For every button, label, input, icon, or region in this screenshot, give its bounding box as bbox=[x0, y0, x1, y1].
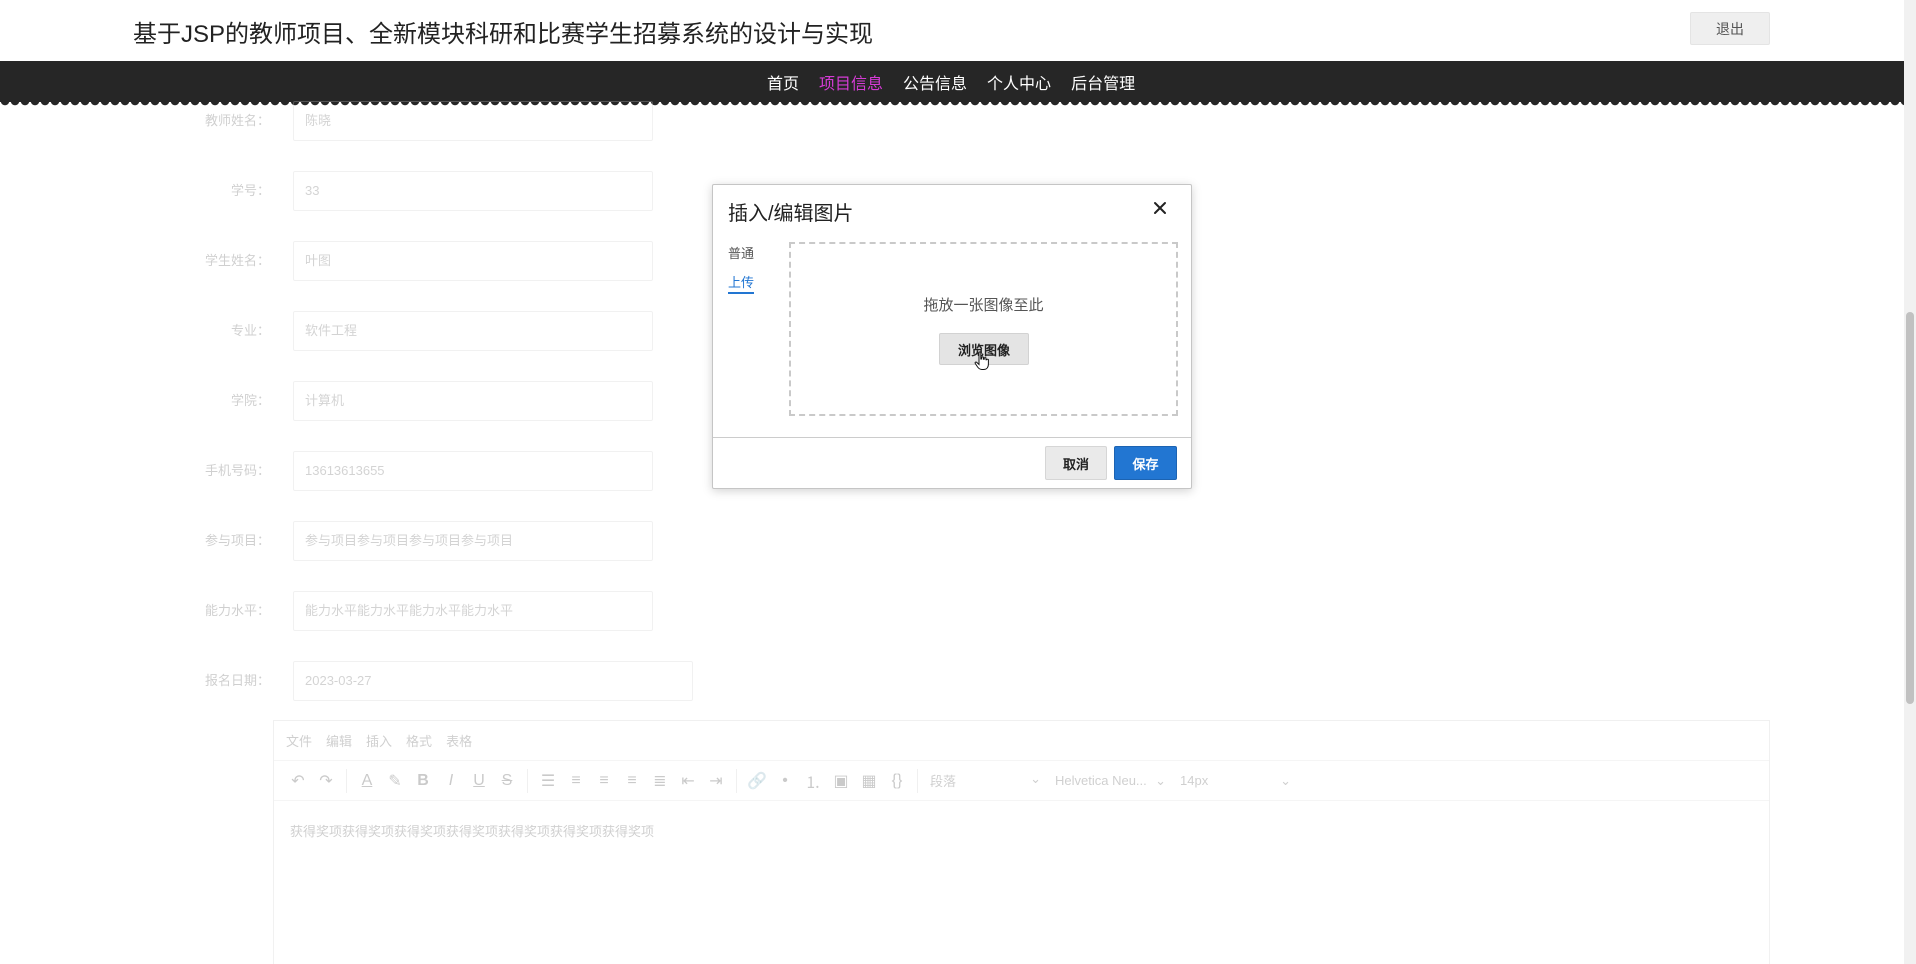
student-name-input[interactable]: 叶图 bbox=[293, 241, 653, 281]
rich-text-editor: 文件 编辑 插入 格式 表格 ↶ ↷ A ✎ B I U S ☰ ≡ ≡ ≡ ≣… bbox=[273, 720, 1770, 964]
image-dropzone[interactable]: 拖放一张图像至此 浏览图像 bbox=[789, 242, 1178, 416]
paragraph-select-value: 段落 bbox=[930, 774, 957, 789]
nav-item-home[interactable]: 首页 bbox=[767, 70, 799, 94]
nav-item-admin[interactable]: 后台管理 bbox=[1071, 70, 1135, 94]
align-left-icon[interactable]: ≡ bbox=[562, 767, 590, 795]
nav-item-announcements[interactable]: 公告信息 bbox=[903, 70, 967, 94]
chevron-down-icon: ⌄ bbox=[1280, 772, 1291, 788]
toolbar-divider bbox=[917, 768, 918, 793]
table-icon[interactable]: ▦ bbox=[855, 767, 883, 795]
teacher-name-input[interactable]: 陈晓 bbox=[293, 101, 653, 141]
main-navbar: 首页 项目信息 公告信息 个人中心 后台管理 bbox=[0, 61, 1904, 107]
numbered-list-icon[interactable]: ⒈ bbox=[799, 767, 827, 795]
toolbar-divider bbox=[346, 768, 347, 793]
student-id-input[interactable]: 33 bbox=[293, 171, 653, 211]
editor-toolbar: ↶ ↷ A ✎ B I U S ☰ ≡ ≡ ≡ ≣ ⇤ ⇥ 🔗 • ⒈ ▣ ▦ … bbox=[274, 761, 1769, 801]
toolbar-divider bbox=[527, 768, 528, 793]
image-icon[interactable]: ▣ bbox=[827, 767, 855, 795]
tab-upload[interactable]: 上传 bbox=[728, 272, 755, 294]
logout-button[interactable]: 退出 bbox=[1690, 12, 1770, 45]
project-input[interactable]: 参与项目参与项目参与项目参与项目 bbox=[293, 521, 653, 561]
highlight-color-icon[interactable]: ✎ bbox=[381, 767, 409, 795]
underline-icon[interactable]: U bbox=[465, 767, 493, 795]
save-button[interactable]: 保存 bbox=[1114, 446, 1177, 480]
top-header: 基于JSP的教师项目、全新模块科研和比赛学生招募系统的设计与实现 退出 bbox=[0, 0, 1904, 61]
close-icon[interactable] bbox=[1145, 193, 1175, 223]
editor-menu-table[interactable]: 表格 bbox=[446, 731, 472, 750]
chevron-down-icon: ⌄ bbox=[1030, 771, 1041, 786]
cancel-button[interactable]: 取消 bbox=[1045, 446, 1107, 480]
signup-date-input[interactable]: 2023-03-27 bbox=[293, 661, 693, 701]
indent-icon[interactable]: ⇥ bbox=[702, 767, 730, 795]
strikethrough-icon[interactable]: S bbox=[493, 767, 521, 795]
dialog-title: 插入/编辑图片 bbox=[728, 203, 854, 225]
bold-icon[interactable]: B bbox=[409, 767, 437, 795]
nav-item-personal-center[interactable]: 个人中心 bbox=[987, 70, 1051, 94]
toolbar-divider bbox=[736, 768, 737, 793]
college-input[interactable]: 计算机 bbox=[293, 381, 653, 421]
redo-icon[interactable]: ↷ bbox=[312, 767, 340, 795]
form-label: 能力水平： bbox=[204, 603, 270, 618]
editor-menu-insert[interactable]: 插入 bbox=[366, 731, 392, 750]
page-scrollbar[interactable] bbox=[1904, 0, 1916, 964]
insert-image-dialog: 插入/编辑图片 普通 上传 拖放一张图像至此 浏览图像 取消 保存 bbox=[712, 184, 1192, 489]
hand-cursor-icon bbox=[974, 351, 990, 376]
chevron-down-icon: ⌄ bbox=[1155, 772, 1166, 788]
line-spacing-icon[interactable]: ☰ bbox=[534, 767, 562, 795]
align-center-icon[interactable]: ≡ bbox=[590, 767, 618, 795]
align-right-icon[interactable]: ≡ bbox=[618, 767, 646, 795]
font-family-select[interactable]: Helvetica Neu... ⌄ bbox=[1049, 773, 1174, 789]
scrollbar-thumb[interactable] bbox=[1906, 312, 1914, 704]
outdent-icon[interactable]: ⇤ bbox=[674, 767, 702, 795]
text-color-icon[interactable]: A bbox=[353, 767, 381, 795]
align-justify-icon[interactable]: ≣ bbox=[646, 767, 674, 795]
dialog-tabs: 普通 上传 bbox=[728, 243, 755, 304]
nav-item-project-info[interactable]: 项目信息 bbox=[819, 70, 883, 94]
code-icon[interactable]: {} bbox=[883, 767, 911, 795]
form-label: 手机号码： bbox=[204, 463, 270, 478]
editor-menu-edit[interactable]: 编辑 bbox=[326, 731, 352, 750]
undo-icon[interactable]: ↶ bbox=[284, 767, 312, 795]
dropzone-text: 拖放一张图像至此 bbox=[923, 297, 1044, 314]
editor-content[interactable]: 获得奖项获得奖项获得奖项获得奖项获得奖项获得奖项获得奖项 bbox=[274, 801, 1769, 860]
tab-general[interactable]: 普通 bbox=[728, 243, 754, 262]
form-label: 专业： bbox=[230, 323, 270, 338]
form-label: 学生姓名： bbox=[204, 253, 270, 268]
editor-menu-format[interactable]: 格式 bbox=[406, 731, 432, 750]
font-family-select-value: Helvetica Neu... bbox=[1055, 772, 1147, 788]
font-size-select-value: 14px bbox=[1180, 772, 1209, 788]
editor-menu-file[interactable]: 文件 bbox=[286, 731, 312, 750]
form-label: 学院： bbox=[230, 393, 270, 408]
major-input[interactable]: 软件工程 bbox=[293, 311, 653, 351]
font-size-select[interactable]: 14px ⌄ bbox=[1174, 773, 1299, 789]
form-label: 报名日期： bbox=[204, 673, 270, 688]
site-title: 基于JSP的教师项目、全新模块科研和比赛学生招募系统的设计与实现 bbox=[133, 21, 874, 48]
paragraph-select[interactable]: 段落 ⌄ bbox=[924, 771, 1049, 790]
form-label: 教师姓名： bbox=[204, 113, 270, 128]
dialog-footer: 取消 保存 bbox=[713, 437, 1191, 490]
editor-menubar: 文件 编辑 插入 格式 表格 bbox=[274, 721, 1769, 761]
link-icon[interactable]: 🔗 bbox=[743, 767, 771, 795]
form-label: 学号： bbox=[230, 183, 270, 198]
form-label: 参与项目： bbox=[204, 533, 270, 548]
ability-input[interactable]: 能力水平能力水平能力水平能力水平 bbox=[293, 591, 653, 631]
italic-icon[interactable]: I bbox=[437, 767, 465, 795]
phone-input[interactable]: 13613613655 bbox=[293, 451, 653, 491]
bullet-list-icon[interactable]: • bbox=[771, 767, 799, 795]
